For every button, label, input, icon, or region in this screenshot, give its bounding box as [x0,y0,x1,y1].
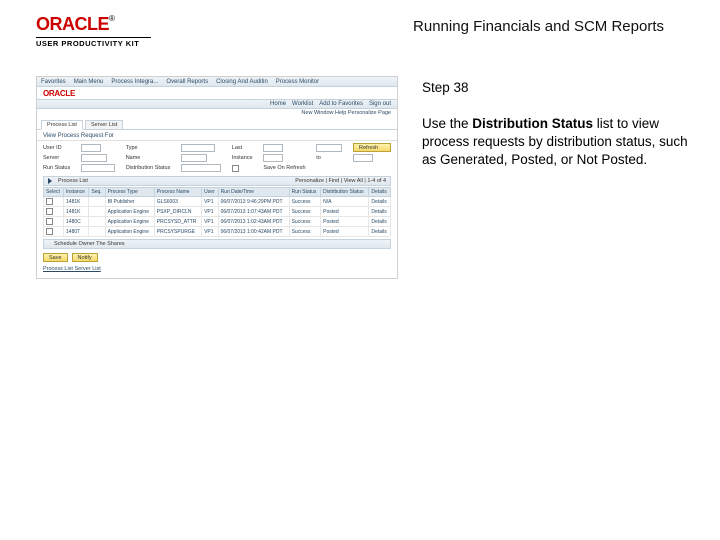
upk-label: USER PRODUCTIVITY KIT [36,39,166,48]
distribution-status-select[interactable] [181,164,221,172]
instruction-text: Use the Distribution Status list to view… [422,115,692,170]
mini-tabs: Process List Server List [37,118,397,130]
last-input[interactable] [263,144,283,152]
step-label: Step 38 [422,80,692,95]
instance-to-input[interactable] [353,154,373,162]
type-select[interactable] [181,144,215,152]
table-row: 1481KBI PublisherGLS6003VP106/07/2013 9:… [44,197,391,207]
doc-title: Running Financials and SCM Reports [413,14,692,35]
table-row: 1480CApplication EnginePRCSYSD_ATTRVP106… [44,217,391,227]
mini-schedule-header: Schedule Owner The Shares [43,239,391,249]
mini-footer-links[interactable]: Process List Server List [37,264,397,278]
server-select[interactable] [81,154,107,162]
name-input[interactable] [181,154,207,162]
logo-divider [36,37,151,38]
instance-from-input[interactable] [263,154,283,162]
tab-process-list[interactable]: Process List [41,120,83,130]
oracle-logo: ORACLE [36,14,109,34]
mini-oracle-logo: ORACLE [43,89,75,98]
save-on-refresh-checkbox[interactable] [232,165,239,172]
mini-filter-form: User ID Type Last Refresh Server Name In… [37,141,397,176]
table-row: 1480TApplication EnginePRCSYSPURGEVP106/… [44,227,391,237]
tab-server-list[interactable]: Server List [85,120,123,129]
logo-block: ORACLE® USER PRODUCTIVITY KIT [36,14,166,48]
mini-helper-links: New Window Help Personalize Page [37,109,397,118]
mini-process-list-header: Process List Personalize | Find | View A… [43,176,391,186]
mini-menubar: HomeWorklistAdd to FavoritesSign out [37,99,397,109]
mini-oracle-bar: ORACLE [37,87,397,99]
screenshot-thumbnail: FavoritesMain MenuProcess Integra...Over… [36,76,398,279]
expand-icon[interactable] [48,178,52,184]
registered-icon: ® [109,14,115,23]
refresh-button[interactable]: Refresh [353,143,391,152]
notify-button[interactable]: Notify [72,253,98,262]
save-button[interactable]: Save [43,253,68,262]
days-select[interactable] [316,144,342,152]
table-row: 1481KApplication EnginePSXP_DIRCLNVP106/… [44,207,391,217]
run-status-select[interactable] [81,164,115,172]
mini-section-title: View Process Request For [37,130,397,141]
user-id-input[interactable] [81,144,101,152]
mini-process-table: SelectInstanceSeq.Process TypeProcess Na… [43,187,391,237]
instruction-panel: Step 38 Use the Distribution Status list… [422,76,692,279]
header: ORACLE® USER PRODUCTIVITY KIT Running Fi… [0,0,720,76]
mini-breadcrumb: FavoritesMain MenuProcess Integra...Over… [37,77,397,87]
